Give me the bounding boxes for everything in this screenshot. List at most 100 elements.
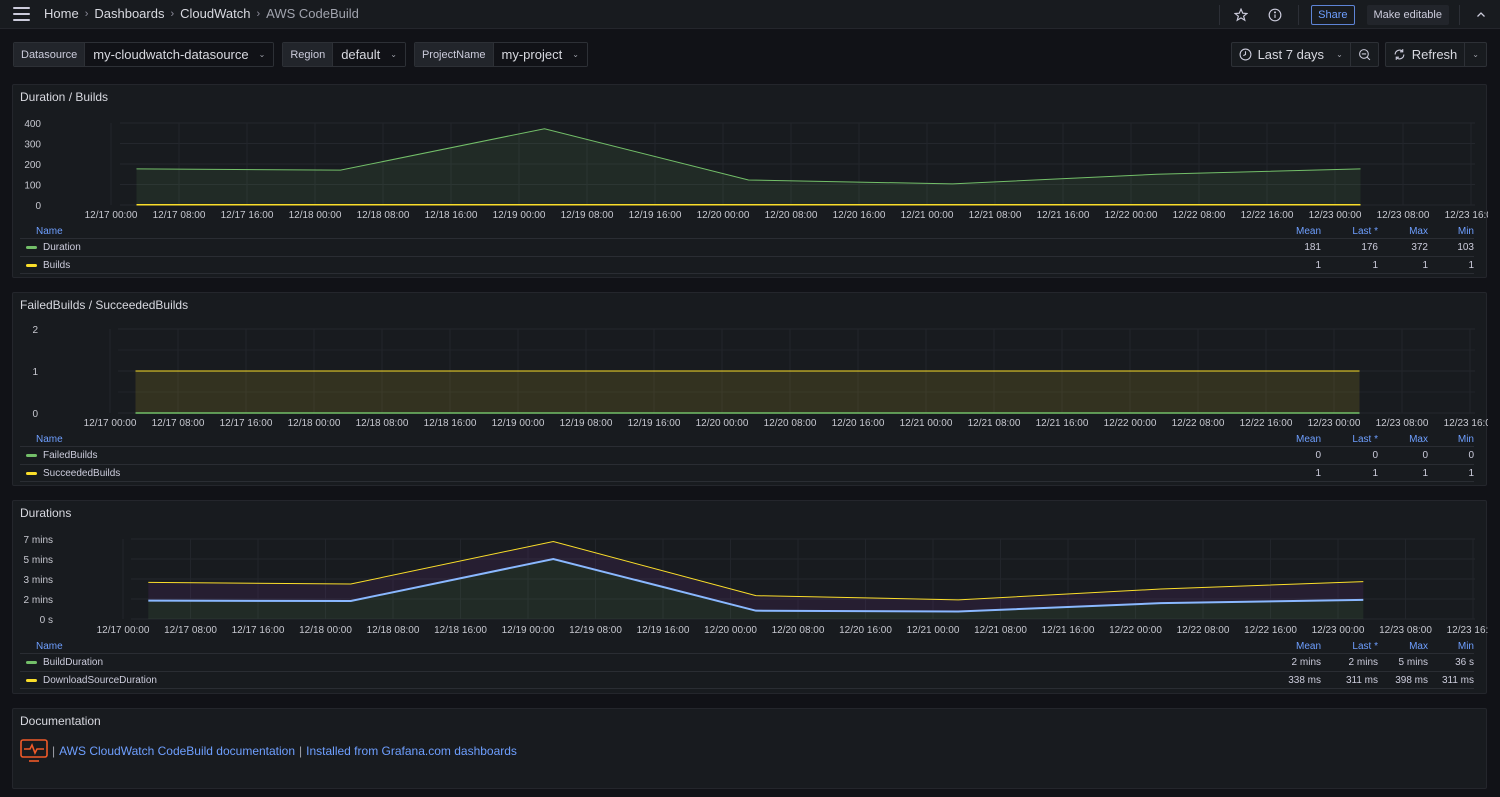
variable-projectname: ProjectName my-project ⌄ (413, 42, 588, 67)
x-tick-label: 12/17 08:00 (153, 210, 206, 221)
legend-header-mean[interactable]: Mean (1261, 226, 1321, 237)
legend-header-mean[interactable]: Mean (1261, 641, 1321, 652)
x-tick-label: 12/19 08:00 (569, 625, 622, 636)
legend-header-min[interactable]: Min (1428, 226, 1474, 237)
legend-row[interactable]: Builds 1 1 1 1 (20, 256, 1474, 274)
monitor-pulse-icon (20, 739, 48, 762)
x-tick-label: 12/20 16:00 (832, 418, 885, 429)
chevron-right-icon: › (84, 7, 89, 20)
series-name: DownloadSourceDuration (43, 674, 157, 686)
series-color-swatch[interactable] (26, 246, 37, 249)
x-tick-label: 12/20 08:00 (772, 625, 825, 636)
x-tick-label: 12/23 08:00 (1379, 625, 1432, 636)
legend-header-min[interactable]: Min (1428, 641, 1474, 652)
region-select[interactable]: default ⌄ (333, 43, 405, 66)
chevron-down-icon: ⌄ (572, 50, 579, 59)
datasource-select[interactable]: my-cloudwatch-datasource ⌄ (85, 43, 274, 66)
chart-duration-builds: 0 100 200 300 400 12/17 00:00 12/17 08:00 12/17… (24, 119, 1488, 221)
series-color-swatch[interactable] (26, 454, 37, 457)
x-tick-label: 12/22 16:00 (1240, 418, 1293, 429)
make-editable-button[interactable]: Make editable (1366, 4, 1449, 25)
stat-max: 398 ms (1395, 674, 1428, 686)
legend-row[interactable]: Duration 181 176 372 103 (20, 238, 1474, 256)
divider (1459, 4, 1460, 25)
x-tick-label: 12/20 16:00 (839, 625, 892, 636)
x-tick-label: 12/23 00:00 (1309, 210, 1362, 221)
share-button[interactable]: Share (1311, 4, 1355, 25)
legend-header-last[interactable]: Last * (1321, 434, 1378, 445)
panel-documentation: Documentation | AWS CloudWatch CodeBuild… (12, 708, 1487, 789)
time-range-picker[interactable]: Last 7 days ⌄ (1232, 43, 1350, 66)
stat-min: 311 ms (1441, 674, 1474, 686)
separator: | (299, 744, 303, 758)
breadcrumb-home[interactable]: Home (44, 6, 79, 21)
stat-last: 0 (1372, 450, 1378, 461)
legend-header-mean[interactable]: Mean (1261, 434, 1321, 445)
stat-max: 1 (1422, 259, 1428, 271)
x-tick-label: 12/20 16:00 (833, 210, 886, 221)
variable-region: Region default ⌄ (282, 42, 406, 67)
legend-header-max[interactable]: Max (1378, 434, 1428, 445)
menu-icon[interactable] (13, 7, 30, 21)
refresh-interval-dropdown[interactable]: ⌄ (1464, 43, 1486, 66)
x-tick-label: 12/17 00:00 (84, 418, 137, 429)
stat-mean: 0 (1315, 450, 1321, 461)
x-tick-label: 12/18 00:00 (288, 418, 341, 429)
grafana-dashboards-link[interactable]: Installed from Grafana.com dashboards (306, 744, 517, 758)
breadcrumb-dashboards[interactable]: Dashboards (94, 6, 164, 21)
stat-mean: 338 ms (1288, 674, 1321, 686)
top-nav-bar: Home › Dashboards › CloudWatch › AWS Cod… (0, 0, 1500, 29)
x-tick-label: 12/21 16:00 (1042, 625, 1095, 636)
breadcrumb: Home › Dashboards › CloudWatch › AWS Cod… (44, 6, 359, 21)
codebuild-docs-link[interactable]: AWS CloudWatch CodeBuild documentation (59, 744, 295, 758)
breadcrumb-cloudwatch[interactable]: CloudWatch (180, 6, 250, 21)
chevron-down-icon: ⌄ (258, 50, 266, 59)
legend-header-max[interactable]: Max (1378, 641, 1428, 652)
variables-bar: Datasource my-cloudwatch-datasource ⌄ Reg… (13, 42, 588, 67)
x-tick-label: 12/19 16:00 (637, 625, 690, 636)
legend-header-name[interactable]: Name (20, 226, 1261, 237)
zoom-out-button[interactable] (1349, 43, 1378, 66)
legend-header-name[interactable]: Name (20, 641, 1261, 652)
chart-durations: 0 s 2 mins 3 mins 5 mins 7 mins 12/17 00:00 12… (24, 535, 1488, 636)
y-tick-label: 0 s (40, 615, 53, 626)
stat-last: 176 (1361, 242, 1378, 253)
legend-header-max[interactable]: Max (1378, 226, 1428, 237)
legend-row[interactable]: SucceededBuilds 1 1 1 1 (20, 464, 1474, 482)
x-tick-label: 12/20 00:00 (697, 210, 750, 221)
refresh-button[interactable]: Refresh (1386, 43, 1465, 66)
legend-header-last[interactable]: Last * (1321, 641, 1378, 652)
chevron-up-icon[interactable] (1468, 2, 1494, 28)
legend-row[interactable]: FailedBuilds 0 0 0 0 (20, 446, 1474, 464)
x-tick-label: 12/17 08:00 (152, 418, 205, 429)
separator: | (52, 744, 56, 758)
x-tick-label: 12/18 08:00 (357, 210, 410, 221)
star-icon[interactable] (1228, 2, 1254, 28)
x-tick-label: 12/22 08:00 (1172, 418, 1225, 429)
x-tick-label: 12/17 16:00 (221, 210, 274, 221)
panel-durations: Durations 0 s2 mins 3 mins 5 mins 7 mins 12/… (12, 500, 1488, 694)
info-icon[interactable] (1262, 2, 1288, 28)
chevron-down-icon: ⌄ (1336, 50, 1343, 59)
series-color-swatch[interactable] (26, 678, 37, 682)
projectname-select[interactable]: my-project ⌄ (493, 43, 587, 66)
stat-mean: 1 (1315, 259, 1321, 271)
series-color-swatch[interactable] (26, 661, 37, 664)
y-tick-label: 0 (35, 201, 41, 212)
y-tick-label: 300 (24, 140, 41, 151)
series-color-swatch[interactable] (26, 263, 37, 267)
x-tick-label: 12/19 00:00 (502, 625, 555, 636)
divider (1298, 4, 1300, 25)
legend-header-name[interactable]: Name (20, 434, 1261, 445)
x-tick-label: 12/17 00:00 (97, 625, 150, 636)
legend-row[interactable]: DownloadSourceDuration 338 ms 311 ms 398 ms… (20, 671, 1474, 689)
x-tick-label: 12/19 00:00 (492, 418, 545, 429)
y-tick-label: 2 (32, 325, 38, 336)
x-tick-label: 12/20 00:00 (704, 625, 757, 636)
panel-duration-builds: Duration / Builds 0 100 200 300 400 12/17 00:… (12, 84, 1488, 278)
legend-header-last[interactable]: Last * (1321, 226, 1378, 237)
legend-row[interactable]: BuildDuration 2 mins 2 mins 5 mins 36 s (20, 653, 1474, 671)
legend-header-min[interactable]: Min (1428, 434, 1474, 445)
variable-value: my-cloudwatch-datasource (93, 47, 249, 62)
series-color-swatch[interactable] (26, 471, 37, 475)
